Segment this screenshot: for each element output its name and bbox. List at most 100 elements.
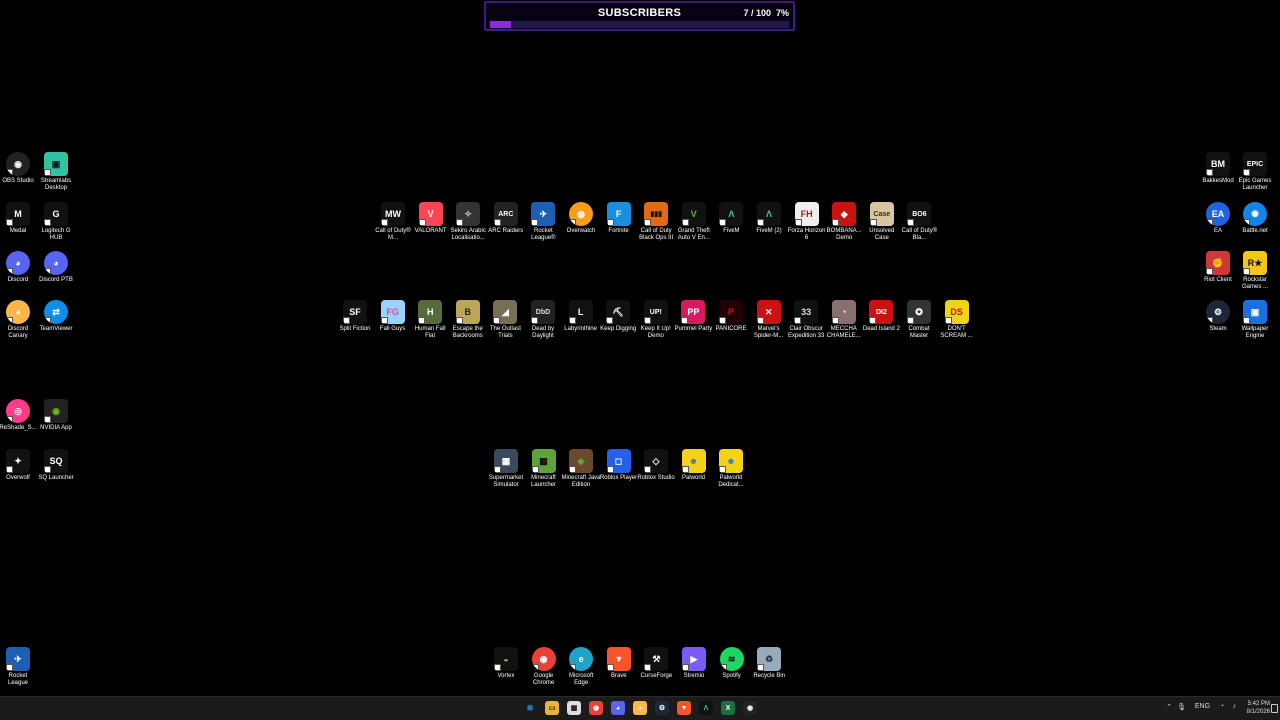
notification-icon[interactable] (1271, 704, 1278, 713)
desktop-shortcut[interactable]: ◆ Minecraft Java Edition (561, 449, 601, 497)
desktop-shortcut[interactable]: L Labyrinthine (561, 300, 601, 348)
discord-canary-taskbar-icon[interactable]: ◕ (633, 701, 647, 715)
start-button[interactable]: ⊞ (523, 701, 537, 715)
desktop-shortcut[interactable]: ✈ Rocket League® (523, 202, 563, 250)
desktop-shortcut[interactable]: e Microsoft Edge (561, 647, 601, 695)
subscribers-count-value: 7 / 100 (743, 8, 771, 18)
file-explorer-icon[interactable]: ▭ (545, 701, 559, 715)
desktop-shortcut[interactable]: ✺ Battle.net (1235, 202, 1275, 250)
chrome-taskbar-icon[interactable]: ◉ (589, 701, 603, 715)
shortcut-arrow-icon (1243, 317, 1250, 324)
desktop-shortcut[interactable]: 33 Clair Obscur Expedition 33 (786, 300, 826, 348)
desktop-shortcut[interactable]: SF Split Fiction (335, 300, 375, 348)
desktop-shortcut[interactable]: V VALORANT (411, 202, 451, 250)
desktop-shortcut[interactable]: B Escape the Backrooms (448, 300, 488, 348)
steam-taskbar-icon[interactable]: ⚙ (655, 701, 669, 715)
desktop-shortcut[interactable]: DbD Dead by Daylight (523, 300, 563, 348)
desktop-shortcut[interactable]: ▶ Stremio (674, 647, 714, 695)
desktop-shortcut[interactable]: Λ FiveM (2) (749, 202, 789, 250)
minecraft-launcher-icon: ▩ (531, 449, 556, 473)
desktop-shortcut[interactable]: ◒ Vortex (486, 647, 526, 695)
desktop-shortcut[interactable]: FG Fall Guys (373, 300, 413, 348)
desktop-shortcut-label: Forza Horizon 6 (787, 228, 826, 242)
desktop-shortcut[interactable]: ⇄ TeamViewer (36, 300, 76, 348)
desktop-shortcut[interactable]: ✧ Sekiro Arabic Localisatio... (448, 202, 488, 250)
desktop-shortcut[interactable]: ⚒ CurseForge (636, 647, 676, 695)
desktop-shortcut[interactable]: ▣ Streamlabs Desktop (36, 152, 76, 200)
desktop-shortcut[interactable]: H Human Fall Flat (410, 300, 450, 348)
microphone-icon[interactable]: 🎙 (1177, 703, 1186, 711)
desktop-shortcut[interactable]: ◢ The Outlast Trials (485, 300, 525, 348)
desktop-shortcut[interactable]: ▮▮▮ Call of Duty Black Ops III (636, 202, 676, 250)
desktop-shortcut[interactable]: V Grand Theft Auto V En... (674, 202, 714, 250)
desktop-shortcut[interactable]: ✪ Combat Master (899, 300, 939, 348)
desktop-shortcut[interactable]: ▩ Minecraft Launcher (524, 449, 564, 497)
desktop-shortcut[interactable]: ✕ Marvel's Spider-M... (749, 300, 789, 348)
desktop-shortcut[interactable]: EA EA (1198, 202, 1238, 250)
desktop-shortcut[interactable]: ◉ OBS Studio (0, 152, 38, 200)
obs-taskbar-icon[interactable]: ◉ (743, 701, 757, 715)
desktop-shortcut[interactable]: ◎ ReShade_S... (0, 399, 38, 447)
desktop-shortcut[interactable]: PP Pummel Party (673, 300, 713, 348)
desktop-shortcut[interactable]: ARC ARC Raiders (486, 202, 526, 250)
desktop-shortcut[interactable]: ▦ Supermarket Simulator (486, 449, 526, 497)
desktop-shortcut[interactable]: ☻ Palworld Dedicat... (711, 449, 751, 497)
volume-icon[interactable]: ♪ (1233, 703, 1237, 710)
desktop-shortcut[interactable]: BO6 Call of Duty® Bla... (899, 202, 939, 250)
desktop-shortcut[interactable]: ≋ Spotify (712, 647, 752, 695)
desktop-shortcut[interactable]: FH Forza Horizon 6 (787, 202, 827, 250)
shortcut-arrow-icon (606, 219, 614, 226)
desktop-shortcut-label: Discord Canary (7, 326, 29, 340)
desktop-shortcut[interactable]: ◍ Overwatch (561, 202, 601, 250)
shortcut-arrow-icon (531, 664, 539, 671)
desktop-shortcut[interactable]: F Fortnite (599, 202, 639, 250)
desktop-shortcut[interactable]: MW Call of Duty® M... (373, 202, 413, 250)
icon-glyph: H (426, 307, 434, 317)
desktop-shortcut[interactable]: ⚙ Steam (1198, 300, 1238, 348)
wifi-icon[interactable]: ◔ (1220, 703, 1224, 710)
desktop-shortcut[interactable]: ◉ NVIDIA App (36, 399, 76, 447)
excel-taskbar-icon[interactable]: X (721, 701, 735, 715)
desktop-shortcut[interactable]: Λ FiveM (711, 202, 751, 250)
desktop-shortcut[interactable]: ◕ Discord Canary (0, 300, 38, 348)
desktop-shortcut[interactable]: G Logitech G HUB (36, 202, 76, 250)
fivem-taskbar-icon[interactable]: Λ (699, 701, 713, 715)
desktop-shortcut[interactable]: ☻ Palworld (674, 449, 714, 497)
language-indicator[interactable]: ENG (1195, 703, 1210, 710)
desktop-shortcut[interactable]: UP! Keep It Up! Demo (636, 300, 676, 348)
desktop-shortcut[interactable]: ◆ BOMBANA... Demo (824, 202, 864, 250)
clock[interactable]: 5:42 PM 8/1/2026 (1247, 700, 1270, 716)
desktop-shortcut[interactable]: EPIC Epic Games Launcher (1235, 152, 1275, 200)
desktop-shortcut[interactable]: ♻ Recycle Bin (749, 647, 789, 695)
desktop-shortcut[interactable]: DS DON'T SCREAM ... (937, 300, 977, 348)
desktop-shortcut[interactable]: ◕ Discord (0, 251, 38, 299)
desktop-shortcut[interactable]: BM BakkesMod (1198, 152, 1238, 200)
desktop-shortcut-label: Fortnite (608, 228, 629, 234)
desktop-shortcut[interactable]: ✦ Overwolf (0, 449, 38, 497)
desktop-shortcut[interactable]: DI2 Dead Island 2 (861, 300, 901, 348)
desktop-shortcut[interactable]: R★ Rockstar Games ... (1235, 251, 1275, 299)
icon-glyph: BO6 (912, 210, 927, 218)
desktop-shortcut[interactable]: ◻ Roblox Player (599, 449, 639, 497)
desktop-shortcut[interactable]: ▣ Wallpaper Engine (1235, 300, 1275, 348)
desktop-shortcut[interactable]: M Medal (0, 202, 38, 250)
desktop-shortcut[interactable]: ◇ Roblox Studio (636, 449, 676, 497)
discord-taskbar-icon[interactable]: ◕ (611, 701, 625, 715)
nvidia-app-icon: ◉ (44, 399, 68, 423)
desktop-shortcut[interactable]: ⛏ Keep Digging (598, 300, 638, 348)
microsoft-store-icon[interactable]: ▦ (567, 701, 581, 715)
brave-taskbar-icon[interactable]: ▼ (677, 701, 691, 715)
tray-overflow-chevron[interactable]: ⌃ (1166, 703, 1172, 711)
desktop-shortcut[interactable]: ▼ Brave (599, 647, 639, 695)
desktop-shortcut[interactable]: ◉ Google Chrome (524, 647, 564, 695)
desktop-shortcut[interactable]: Case Unsolved Case (862, 202, 902, 250)
icon-glyph: ◻ (614, 455, 623, 466)
taskbar: ⊞ ▭ ▦ ◉ ◕ ◕ ⚙ ▼ Λ X ◉ ⌃ 🎙 ENG ◔ ♪ 5:42 PM 8/1/2026 (0, 696, 1280, 720)
desktop-shortcut[interactable]: SQ SQ Launcher (36, 449, 76, 497)
desktop-shortcut[interactable]: ✊ Riot Client (1198, 251, 1238, 299)
desktop-shortcut[interactable]: ✈ Rocket League (0, 647, 38, 695)
pummel-party-icon: PP (681, 300, 706, 324)
desktop-shortcut[interactable]: ◔ MECCHA CHAMELE... (824, 300, 864, 348)
desktop-shortcut[interactable]: P PANICORE (711, 300, 751, 348)
desktop-shortcut[interactable]: ◕ Discord PTB (36, 251, 76, 299)
